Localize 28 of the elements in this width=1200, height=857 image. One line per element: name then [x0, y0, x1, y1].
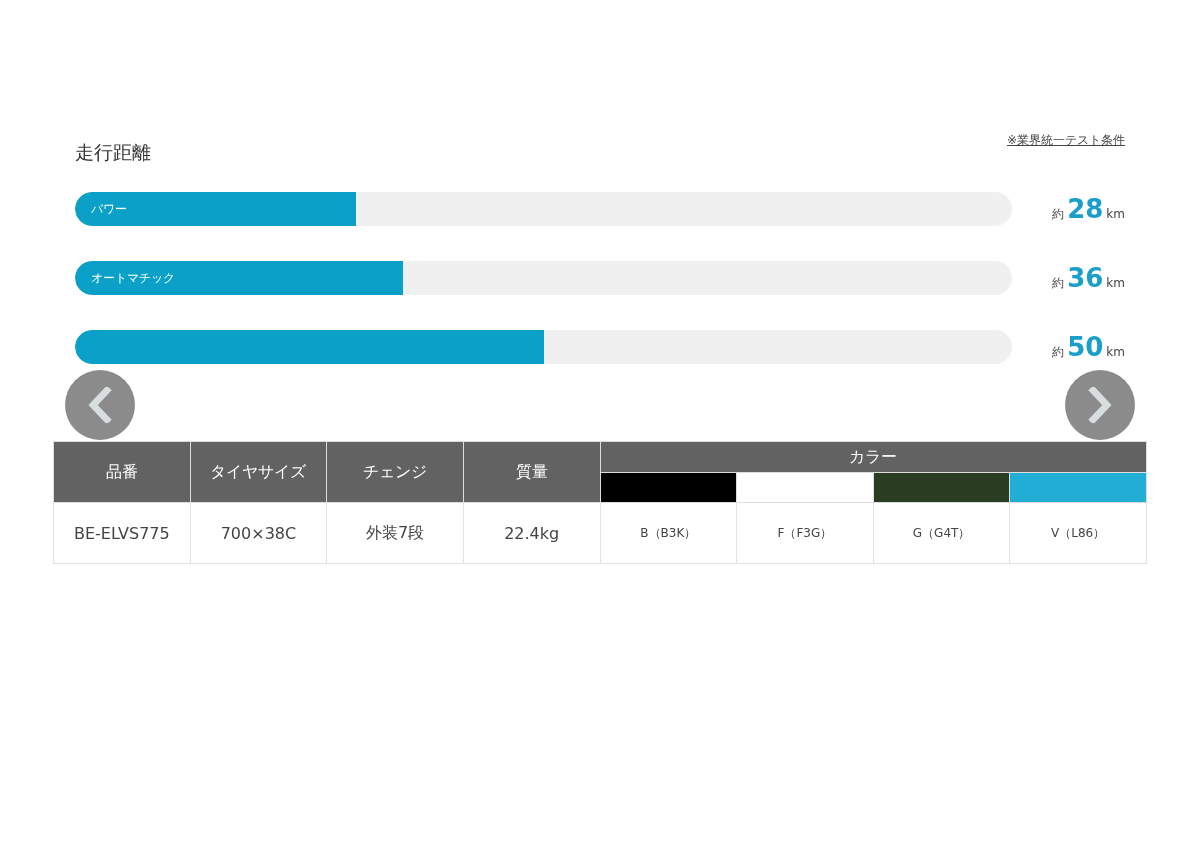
table-cell: V（L86）	[1009, 502, 1147, 564]
approx-label: 約	[1052, 206, 1065, 223]
range-value: 36	[1067, 263, 1104, 293]
section-title: 走行距離	[75, 140, 151, 165]
column-header: 質量	[463, 441, 600, 503]
table-cell: G（G4T）	[873, 502, 1010, 564]
column-header: カラー	[600, 441, 1147, 473]
range-value: 28	[1067, 194, 1104, 224]
table-cell: BE-ELVS775	[53, 502, 191, 564]
column-header: 品番	[53, 441, 191, 503]
chevron-left-icon	[87, 387, 113, 423]
chevron-right-icon	[1087, 387, 1113, 423]
table-cell: 22.4kg	[463, 502, 600, 564]
table-cell: B（B3K）	[600, 502, 737, 564]
approx-label: 約	[1052, 275, 1065, 292]
table-cell: 700×38C	[190, 502, 327, 564]
range-value: 50	[1067, 332, 1104, 362]
approx-label: 約	[1052, 344, 1065, 361]
mode-label: パワー	[90, 200, 127, 218]
table-cell: F（F3G）	[736, 502, 874, 564]
unit-label: km	[1106, 207, 1125, 221]
unit-label: km	[1106, 345, 1125, 359]
mode-label: オートマチック	[90, 269, 175, 287]
column-header: タイヤサイズ	[190, 441, 327, 503]
column-header: チェンジ	[326, 441, 464, 503]
test-conditions-link[interactable]: ※業界統一テスト条件	[1006, 132, 1125, 149]
table-cell: 外装7段	[326, 502, 464, 564]
unit-label: km	[1106, 276, 1125, 290]
